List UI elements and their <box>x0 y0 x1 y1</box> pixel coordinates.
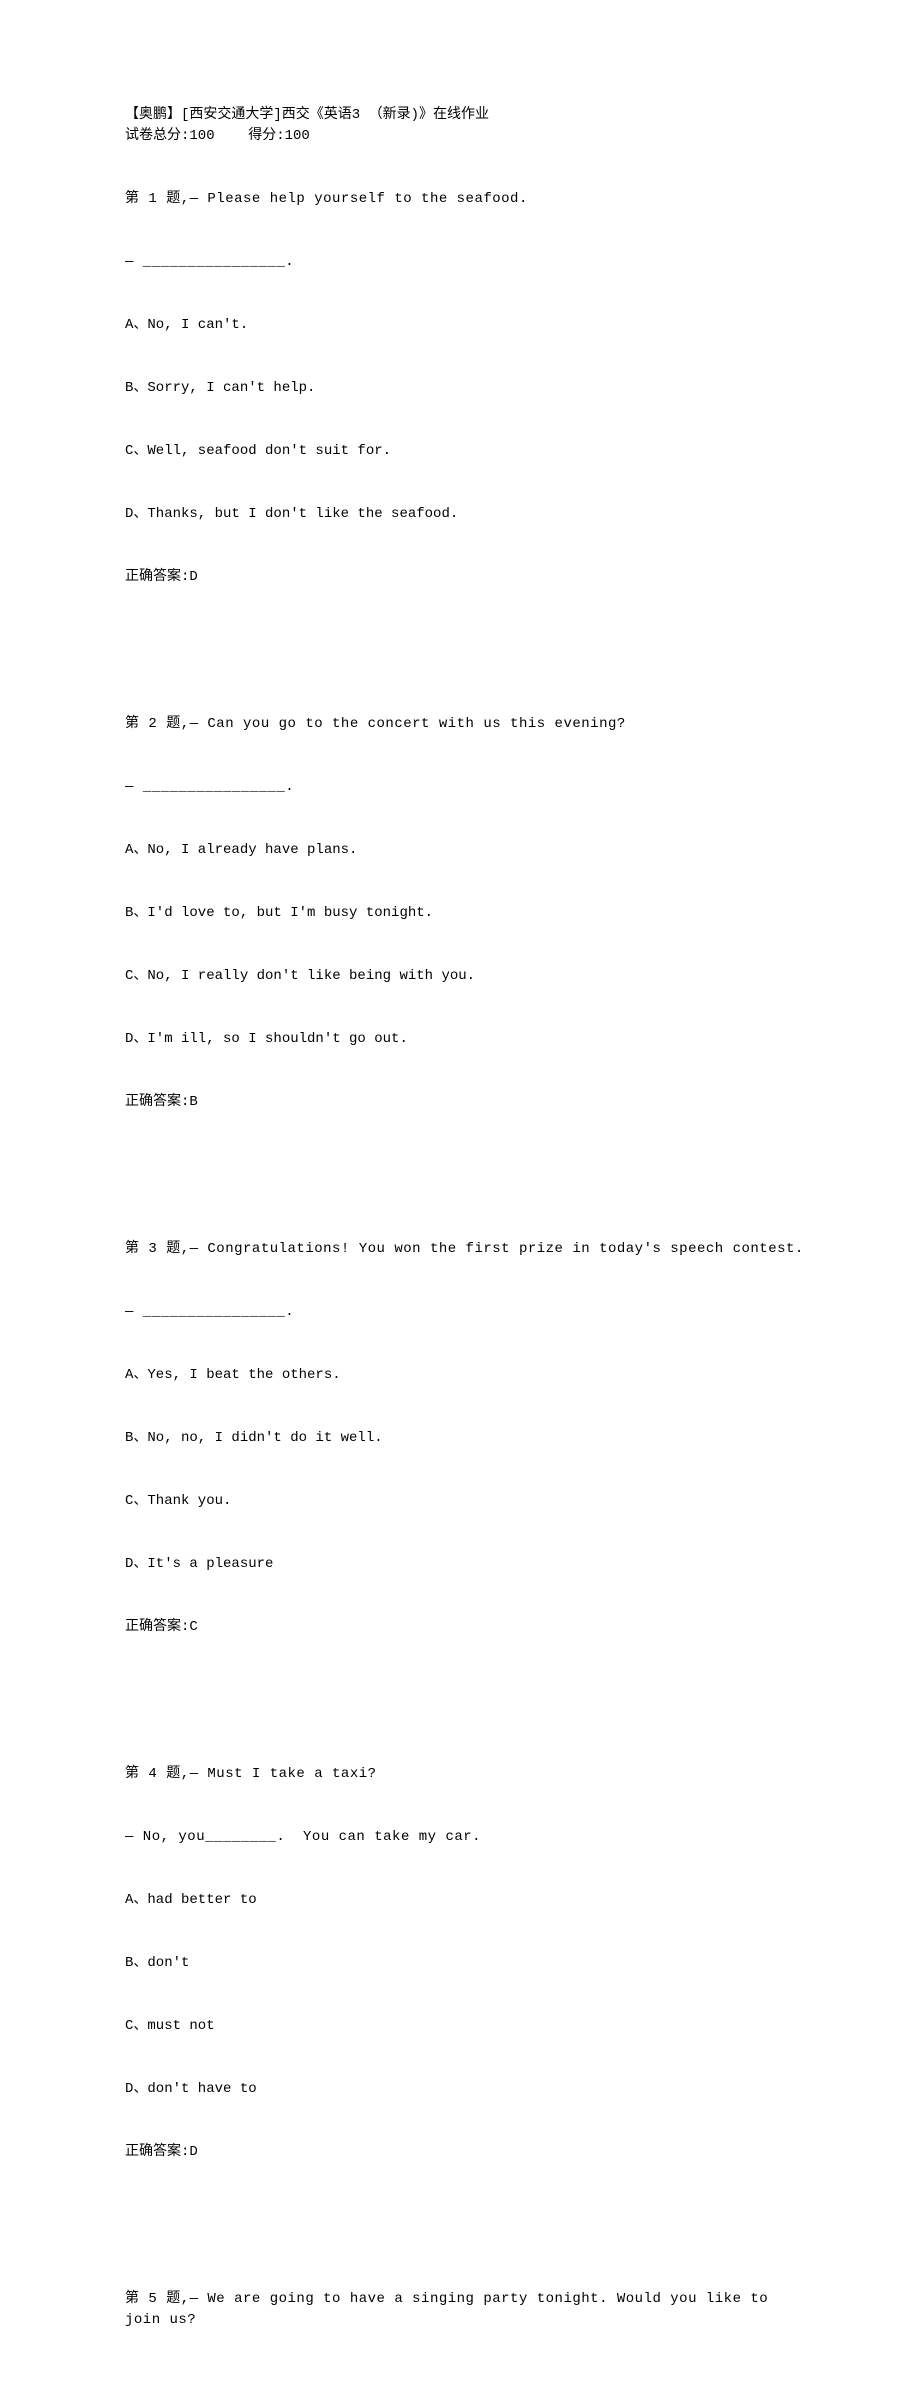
q2-prompt1: 第 2 题,— Can you go to the concert with u… <box>125 714 805 735</box>
q2-option-d: D、I'm ill, so I shouldn't go out. <box>125 1029 805 1050</box>
q4-prompt2: — No, you________. You can take my car. <box>125 1827 805 1848</box>
question-2: 第 2 题,— Can you go to the concert with u… <box>125 672 805 1155</box>
q2-answer: 正确答案:B <box>125 1092 805 1113</box>
question-5: 第 5 题,— We are going to have a singing p… <box>125 2247 805 2382</box>
q2-option-b: B、I'd love to, but I'm busy tonight. <box>125 903 805 924</box>
q3-option-a: A、Yes, I beat the others. <box>125 1365 805 1386</box>
q3-option-c: C、Thank you. <box>125 1491 805 1512</box>
q3-option-d: D、It's a pleasure <box>125 1554 805 1575</box>
q2-option-a: A、No, I already have plans. <box>125 840 805 861</box>
q3-answer: 正确答案:C <box>125 1617 805 1638</box>
question-4: 第 4 题,— Must I take a taxi? — No, you___… <box>125 1722 805 2205</box>
document-header: 【奥鹏】[西安交通大学]西交《英语3 （新录)》在线作业 <box>125 105 805 126</box>
q3-option-b: B、No, no, I didn't do it well. <box>125 1428 805 1449</box>
score-line: 试卷总分:100 得分:100 <box>125 126 805 147</box>
q4-option-b: B、don't <box>125 1953 805 1974</box>
q5-prompt1: 第 5 题,— We are going to have a singing p… <box>125 2289 805 2331</box>
q1-option-c: C、Well, seafood don't suit for. <box>125 441 805 462</box>
q4-answer: 正确答案:D <box>125 2142 805 2163</box>
q1-option-a: A、No, I can't. <box>125 315 805 336</box>
q1-option-b: B、Sorry, I can't help. <box>125 378 805 399</box>
q4-option-d: D、don't have to <box>125 2079 805 2100</box>
q1-prompt1: 第 1 题,— Please help yourself to the seaf… <box>125 189 805 210</box>
question-3: 第 3 题,— Congratulations! You won the fir… <box>125 1197 805 1680</box>
question-1: 第 1 题,— Please help yourself to the seaf… <box>125 147 805 630</box>
q2-prompt2: — ________________. <box>125 777 805 798</box>
q2-option-c: C、No, I really don't like being with you… <box>125 966 805 987</box>
q4-option-c: C、must not <box>125 2016 805 2037</box>
q3-prompt2: — ________________. <box>125 1302 805 1323</box>
q4-option-a: A、had better to <box>125 1890 805 1911</box>
q3-prompt1: 第 3 题,— Congratulations! You won the fir… <box>125 1239 805 1260</box>
q1-prompt2: — ________________. <box>125 252 805 273</box>
q5-prompt2: — ________________. <box>125 2373 805 2382</box>
q1-option-d: D、Thanks, but I don't like the seafood. <box>125 504 805 525</box>
q1-answer: 正确答案:D <box>125 567 805 588</box>
q4-prompt1: 第 4 题,— Must I take a taxi? <box>125 1764 805 1785</box>
